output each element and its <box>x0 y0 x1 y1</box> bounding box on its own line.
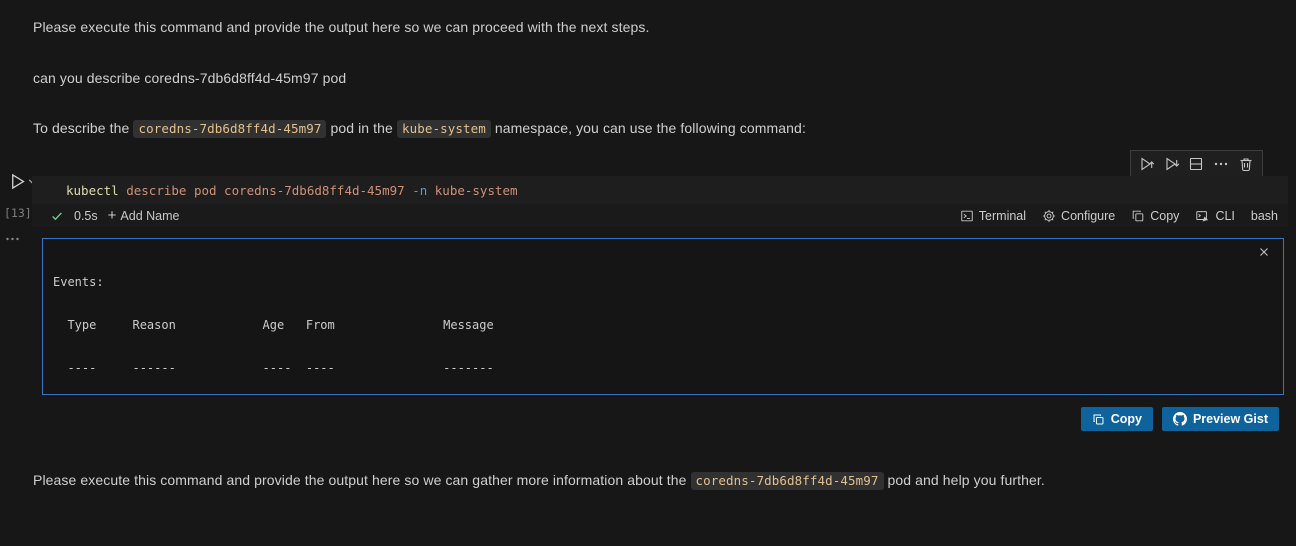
plus-icon: + <box>107 207 117 224</box>
terminal-button[interactable]: Terminal <box>960 209 1026 223</box>
code-editor[interactable]: kubectl describe pod coredns-7db6d8ff4d-… <box>32 176 1288 204</box>
run-below-icon[interactable] <box>1162 154 1182 174</box>
output-line: Events: <box>53 274 104 289</box>
more-actions-icon[interactable] <box>1211 154 1231 174</box>
chat-message-2: can you describe coredns-7db6d8ff4d-45m9… <box>33 70 347 86</box>
message-text: namespace, you can use the following com… <box>490 120 806 136</box>
chat-message-4: Please execute this command and provide … <box>33 472 1045 490</box>
command-token: kube-system <box>427 182 518 198</box>
cli-icon <box>1196 210 1209 222</box>
chat-message-3: To describe the coredns-7db6d8ff4d-45m97… <box>33 120 806 138</box>
preview-gist-button[interactable]: Preview Gist <box>1161 407 1279 431</box>
close-output-icon[interactable] <box>1257 245 1271 262</box>
output-more-menu-icon[interactable] <box>5 230 20 246</box>
inline-code-pod-name: coredns-7db6d8ff4d-45m97 <box>690 472 884 490</box>
terminal-icon <box>961 210 973 221</box>
message-text: pod in the <box>326 120 397 136</box>
message-text: Please execute this command and provide … <box>33 472 691 488</box>
inline-code-namespace: kube-system <box>396 120 491 138</box>
cli-label: CLI <box>1215 208 1235 223</box>
cell-toolbar <box>1130 150 1263 178</box>
command-token: describe pod coredns-7db6d8ff4d-45m97 <box>118 182 413 198</box>
language-indicator[interactable]: bash <box>1251 209 1278 223</box>
success-check-icon <box>52 211 62 220</box>
copy-label: Copy <box>1150 208 1180 223</box>
message-text: pod and help you further. <box>883 472 1045 488</box>
output-actions: Copy Preview Gist <box>1080 407 1279 431</box>
command-token: -n <box>412 182 428 198</box>
add-name-button[interactable]: + Add Name <box>108 207 180 224</box>
delete-cell-icon[interactable] <box>1236 154 1256 174</box>
output-line: ---- ------ ---- ---- ------- <box>53 361 494 376</box>
terminal-output[interactable]: Events: Type Reason Age From Message ---… <box>42 238 1284 395</box>
copy-icon <box>1132 210 1144 221</box>
command-token: kubectl <box>66 182 119 198</box>
language-label: bash <box>1250 208 1278 223</box>
execution-duration: 0.5s <box>74 208 98 223</box>
terminal-label: Terminal <box>978 208 1027 223</box>
github-icon <box>1172 412 1187 426</box>
preview-gist-label: Preview Gist <box>1192 412 1268 426</box>
cell-status-bar: 0.5s + Add Name Terminal Configure Copy C… <box>32 204 1288 227</box>
chat-message-1: Please execute this command and provide … <box>33 19 650 35</box>
copy-output-label: Copy <box>1110 412 1142 426</box>
notebook-code-cell: kubectl describe pod coredns-7db6d8ff4d-… <box>32 176 1288 227</box>
output-line: Type Reason Age From Message <box>53 318 494 333</box>
copy-cell-button[interactable]: Copy <box>1131 209 1179 223</box>
inline-code-pod-name: coredns-7db6d8ff4d-45m97 <box>133 120 327 138</box>
run-above-icon[interactable] <box>1137 154 1157 174</box>
split-cell-icon[interactable] <box>1186 154 1206 174</box>
message-text: To describe the <box>33 120 134 136</box>
configure-label: Configure <box>1061 208 1116 223</box>
add-name-label: Add Name <box>120 208 180 223</box>
gear-icon <box>1043 209 1055 222</box>
configure-button[interactable]: Configure <box>1042 209 1115 223</box>
cli-button[interactable]: CLI <box>1195 208 1235 223</box>
copy-output-button[interactable]: Copy <box>1080 407 1153 431</box>
copy-icon <box>1093 414 1104 424</box>
execution-count: [13] <box>4 206 32 220</box>
